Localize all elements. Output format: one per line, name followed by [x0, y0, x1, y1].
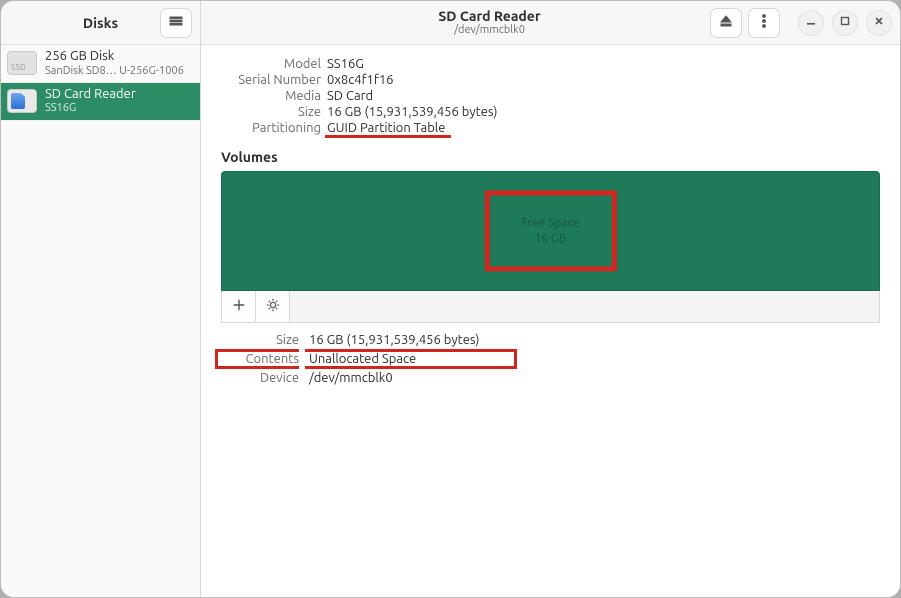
prop-label-size: Size	[221, 105, 321, 119]
free-space-label: Free Space	[521, 215, 579, 231]
volume-toolbar	[221, 291, 880, 323]
vol-prop-value-device: /dev/mmcblk0	[305, 371, 880, 385]
volumes-heading: Volumes	[221, 149, 880, 165]
vol-prop-label-size: Size	[221, 333, 299, 347]
kebab-icon	[756, 13, 772, 32]
volume-graph[interactable]: Free Space 16 GB	[221, 171, 880, 291]
prop-value-model: SS16G	[327, 57, 880, 71]
volume-options-button[interactable]	[256, 291, 290, 322]
device-properties: Model SS16G Serial Number 0x8c4f1f16 Med…	[221, 57, 880, 135]
window-close-button[interactable]	[866, 10, 892, 36]
device-item-title: 256 GB Disk	[45, 49, 192, 65]
close-icon	[873, 15, 885, 30]
main-pane: SD Card Reader /dev/mmcblk0	[201, 1, 900, 597]
plus-icon	[232, 298, 246, 315]
drive-menu-button[interactable]	[748, 8, 780, 38]
hamburger-icon	[168, 13, 184, 32]
prop-label-serial: Serial Number	[221, 73, 321, 87]
maximize-icon	[839, 15, 851, 30]
page-subtitle: /dev/mmcblk0	[269, 24, 710, 36]
device-list: 256 GB Disk SanDisk SD8… U-256G-1006 SD …	[1, 45, 200, 597]
volume-properties: Size 16 GB (15,931,539,456 bytes) Conten…	[221, 333, 880, 385]
partitioning-highlight: GUID Partition Table	[327, 121, 445, 135]
prop-value-media: SD Card	[327, 89, 880, 103]
page-title: SD Card Reader	[269, 9, 710, 24]
free-space-size: 16 GB	[521, 231, 579, 247]
sidebar: Disks 256 GB Disk SanDisk SD8… U-256G-10…	[1, 1, 201, 597]
eject-icon	[718, 13, 734, 32]
prop-value-size: 16 GB (15,931,539,456 bytes)	[327, 105, 880, 119]
device-item-disk[interactable]: 256 GB Disk SanDisk SD8… U-256G-1006	[1, 45, 200, 83]
device-item-subtitle: SS16G	[45, 102, 192, 115]
add-partition-button[interactable]	[222, 291, 256, 322]
vol-prop-value-contents: Unallocated Space	[305, 349, 517, 369]
window-maximize-button[interactable]	[832, 10, 858, 36]
window-minimize-button[interactable]	[798, 10, 824, 36]
sidebar-headerbar: Disks	[1, 1, 200, 45]
free-space-highlight-box: Free Space 16 GB	[484, 190, 616, 271]
app-menu-button[interactable]	[160, 8, 192, 38]
ssd-drive-icon	[7, 51, 37, 75]
prop-label-media: Media	[221, 89, 321, 103]
device-item-title: SD Card Reader	[45, 87, 192, 103]
prop-value-partitioning: GUID Partition Table	[327, 121, 880, 135]
gear-icon	[266, 298, 280, 315]
prop-value-serial: 0x8c4f1f16	[327, 73, 880, 87]
vol-prop-label-contents: Contents	[215, 349, 299, 369]
eject-button[interactable]	[710, 8, 742, 38]
device-item-subtitle: SanDisk SD8… U-256G-1006	[45, 65, 192, 78]
sd-card-reader-icon	[7, 89, 37, 113]
device-item-sdcard[interactable]: SD Card Reader SS16G	[1, 83, 200, 121]
minimize-icon	[805, 15, 817, 30]
vol-prop-label-device: Device	[221, 371, 299, 385]
app-window: Disks 256 GB Disk SanDisk SD8… U-256G-10…	[0, 0, 901, 598]
prop-label-model: Model	[221, 57, 321, 71]
main-headerbar: SD Card Reader /dev/mmcblk0	[201, 1, 900, 45]
sidebar-title: Disks	[83, 15, 118, 31]
content-area: Model SS16G Serial Number 0x8c4f1f16 Med…	[201, 45, 900, 597]
vol-prop-value-size: 16 GB (15,931,539,456 bytes)	[305, 333, 880, 347]
prop-label-partitioning: Partitioning	[221, 121, 321, 135]
